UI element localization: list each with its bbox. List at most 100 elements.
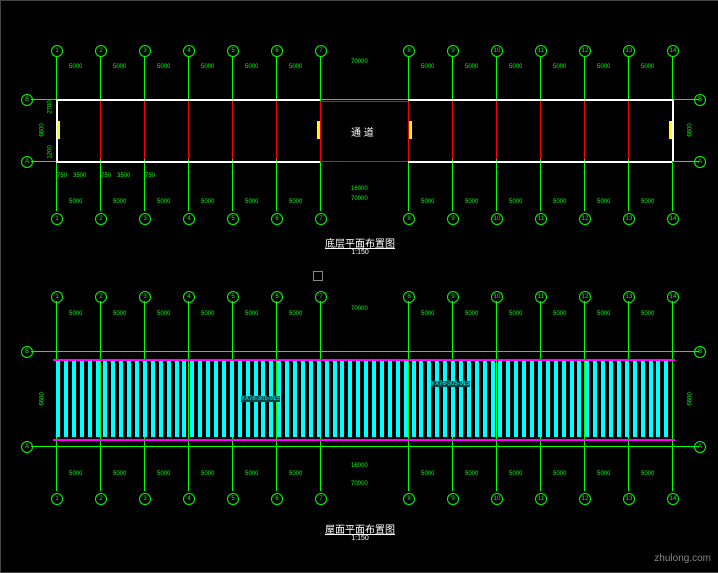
door [409, 121, 412, 139]
roof-panel-bar [396, 361, 400, 437]
grid-num: 11 [538, 496, 544, 502]
grid-num: 1 [55, 294, 58, 300]
dimension: 5000 [553, 311, 566, 317]
grid-num: 5 [231, 294, 234, 300]
grid-bubble: 7 [315, 213, 327, 225]
roof-panel-bar [625, 361, 629, 437]
grid-bubble: 12 [579, 493, 591, 505]
dimension: 5000 [553, 199, 566, 205]
roof-panel-bar [175, 361, 179, 437]
partition [188, 101, 189, 159]
grid-bubble-letter: B [694, 94, 706, 106]
grid-num: 1 [55, 48, 58, 54]
watermark: zhulong.com [654, 553, 711, 564]
roof-panel-bar [230, 361, 234, 437]
grid-bubble-letter: A [694, 441, 706, 453]
dimension: 5000 [113, 311, 126, 317]
grid-bubble: 13 [623, 45, 635, 57]
grid-bubble-letter: B [694, 346, 706, 358]
grid-num: 10 [494, 496, 501, 502]
roof-panel-bar [364, 361, 368, 437]
partition [144, 101, 145, 159]
roof-panel-bar [459, 361, 463, 437]
roof-panel-bar [56, 361, 60, 437]
dimension: 5000 [421, 471, 434, 477]
grid-num: 2 [99, 216, 102, 222]
dimension: 5000 [465, 64, 478, 70]
dimension: 750 [57, 173, 67, 179]
grid-num: 12 [582, 496, 589, 502]
grid-num: 10 [494, 48, 501, 54]
dimension: 3500 [73, 173, 86, 179]
grid-num: 5 [231, 48, 234, 54]
dimension: 5000 [289, 199, 302, 205]
partition [452, 101, 453, 159]
grid-bubble: 1 [51, 493, 63, 505]
dimension: 5000 [465, 311, 478, 317]
grid-bubble: 7 [315, 45, 327, 57]
grid-bubble: 14 [667, 213, 679, 225]
dimension: 5000 [509, 64, 522, 70]
grid-bubble: 14 [667, 291, 679, 303]
grid-num: 7 [319, 48, 322, 54]
roof-panel-bar [593, 361, 597, 437]
grid-letter: A [25, 159, 29, 165]
roof-panel-bar [649, 361, 653, 437]
grid-bubble: 13 [623, 493, 635, 505]
grid-num: 9 [451, 216, 454, 222]
grid-num: 1 [55, 216, 58, 222]
roof-panel-bar [498, 361, 502, 437]
grid-bubble: 11 [535, 213, 547, 225]
grid-bubble: 3 [139, 291, 151, 303]
grid-bubble: 6 [271, 493, 283, 505]
grid-bubble: 10 [491, 213, 503, 225]
grid-bubble: 6 [271, 213, 283, 225]
roof-panel-bar [182, 361, 186, 437]
roof-panel-bar [467, 361, 471, 437]
grid-bubble: 10 [491, 291, 503, 303]
grid-num: 2 [99, 496, 102, 502]
grid-num: 6 [275, 496, 278, 502]
dimension: 5000 [289, 311, 302, 317]
roof-panel-bar [435, 361, 439, 437]
grid-letter: B [698, 349, 702, 355]
grid-num: 3 [143, 48, 146, 54]
roof-panel-bar [103, 361, 107, 437]
grid-letter: B [25, 349, 29, 355]
panel-label: YX76-305-915 [431, 381, 470, 387]
roof-panel-bar [190, 361, 194, 437]
wall [672, 99, 674, 161]
grid-bubble-letter: A [21, 441, 33, 453]
grid-num: 7 [319, 496, 322, 502]
dimension: 5000 [245, 311, 258, 317]
grid-bubble: 3 [139, 45, 151, 57]
grid-bubble-letter: B [21, 94, 33, 106]
grid-bubble: 11 [535, 493, 547, 505]
roof-panel-bar [356, 361, 360, 437]
dimension: 5000 [157, 199, 170, 205]
roof-panel-bar [562, 361, 566, 437]
grid-num: 10 [494, 216, 501, 222]
dimension: 5000 [597, 64, 610, 70]
roof-panel-bar [285, 361, 289, 437]
grid-num: 5 [231, 496, 234, 502]
dimension: 5000 [157, 311, 170, 317]
plan1-title: 底层平面布置图 [325, 235, 395, 250]
grid-num: 7 [319, 294, 322, 300]
dimension: 5000 [597, 471, 610, 477]
roof-panel-bar [135, 361, 139, 437]
grid-num: 3 [143, 294, 146, 300]
roof-panel-bar [72, 361, 76, 437]
grid-bubble: 9 [447, 213, 459, 225]
grid-num: 8 [407, 48, 410, 54]
dimension: 5000 [201, 64, 214, 70]
grid-bubble: 1 [51, 45, 63, 57]
dimension: 2700 [48, 100, 54, 113]
roof-panel-bar [530, 361, 534, 437]
roof-panel-bar [96, 361, 100, 437]
roof-panel-bar [514, 361, 518, 437]
grid-bubble: 10 [491, 45, 503, 57]
marker [313, 271, 323, 281]
dimension: 5000 [201, 471, 214, 477]
grid-bubble: 5 [227, 493, 239, 505]
